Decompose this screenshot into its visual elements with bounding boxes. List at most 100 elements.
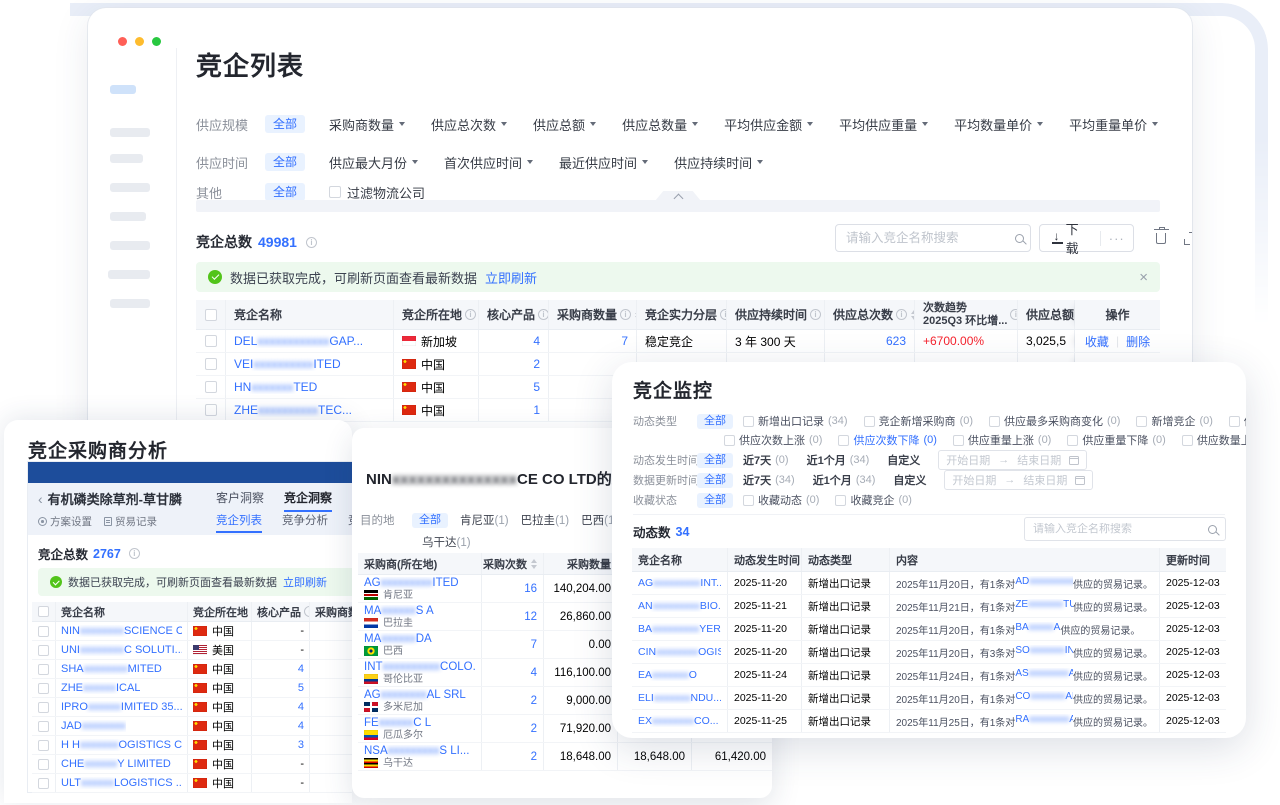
filter-dropdown[interactable]: 供应总额 [533, 115, 596, 134]
monitor-filter-option[interactable]: 供应次数上涨(0) [724, 432, 822, 448]
company-name[interactable]: EXxxxxxxxxCO... [638, 715, 719, 727]
subtab-竞企列表[interactable]: 竞企列表 [216, 512, 262, 533]
core-product-count[interactable]: 5 [298, 682, 304, 694]
trash-icon[interactable] [1156, 233, 1166, 244]
filter-all-chip[interactable]: 全部 [697, 493, 733, 508]
filter-dropdown[interactable]: 采购商数量 [329, 115, 405, 134]
action-link[interactable]: 收藏 [1085, 333, 1109, 350]
purchase-times[interactable]: 2 [531, 695, 537, 707]
core-product-count[interactable]: 2 [533, 357, 540, 371]
content-company-name[interactable]: SOxxxxxxxINC [1015, 645, 1073, 660]
date-range-input[interactable]: 开始日期→结束日期 [938, 450, 1087, 470]
company-name[interactable]: IPROxxxxxxIMITED 35... [61, 701, 182, 713]
table-row[interactable]: SHAxxxxxxxxMITED中国4 [32, 660, 352, 679]
sidebar-item[interactable] [110, 154, 143, 163]
checkbox[interactable] [1067, 435, 1078, 446]
content-company-name[interactable]: ASxxxxxxxxATION [1015, 668, 1073, 683]
row-checkbox[interactable] [38, 702, 49, 713]
purchaser-name[interactable]: MAxxxxxx S A [364, 605, 434, 618]
purchaser-name[interactable]: AGxxxxxxxxxITED [364, 577, 459, 590]
checkbox[interactable] [1136, 416, 1147, 427]
content-company-name[interactable]: ZExxxxxxxTURE COR [1015, 599, 1073, 614]
select-all-checkbox[interactable] [205, 309, 217, 321]
purchaser-name[interactable]: FExxxxxx C L [364, 717, 431, 730]
row-checkbox[interactable] [38, 778, 49, 789]
core-product-count[interactable]: 1 [533, 403, 540, 417]
table-row[interactable]: IPROxxxxxxIMITED 35...中国4 [32, 698, 352, 717]
monitor-filter-option[interactable]: 供应次数下降(0) [838, 432, 936, 448]
search-input[interactable] [1033, 523, 1202, 535]
checkbox[interactable] [1182, 435, 1193, 446]
company-name[interactable]: NINxxxxxxxxSCIENCE C... [61, 625, 182, 637]
company-name[interactable]: ELIxxxxxxxNDU... [638, 692, 721, 704]
filter-all-chip[interactable]: 全部 [265, 115, 305, 133]
row-checkbox[interactable] [38, 721, 49, 732]
company-name[interactable]: BAxxxxxxxxxYER ... [638, 623, 721, 635]
time-quick-option[interactable]: 近7天(0) [743, 452, 789, 468]
filter-dropdown[interactable]: 供应最大月份 [329, 153, 418, 172]
sidebar-item[interactable] [110, 183, 150, 192]
filter-dropdown[interactable]: 平均供应金额 [724, 115, 813, 134]
purchase-times[interactable]: 12 [524, 611, 537, 623]
table-row[interactable]: AGxxxxxxxxx INT...2025-11-20新增出口记录2025年1… [632, 572, 1226, 595]
company-name[interactable]: UNIxxxxxxxxC SOLUTI... [61, 644, 182, 656]
action-link[interactable]: 删除 [1126, 333, 1150, 350]
close-icon[interactable]: × [1139, 270, 1148, 285]
monitor-filter-option[interactable]: 新增竞企(0) [1136, 413, 1212, 429]
sidebar-item[interactable] [108, 270, 150, 279]
checkbox[interactable] [1229, 416, 1240, 427]
table-row[interactable]: EAxxxxxxxO2025-11-24新增出口记录2025年11月24日，有1… [632, 664, 1226, 687]
app-action-records[interactable]: 贸易记录 [104, 514, 157, 529]
row-checkbox[interactable] [205, 358, 217, 370]
table-row[interactable]: BAxxxxxxxxxYER ...2025-11-20新增出口记录2025年1… [632, 618, 1226, 641]
monitor-filter-option[interactable]: 供应数量上涨(0) [1182, 432, 1246, 448]
checkbox[interactable] [835, 495, 846, 506]
purchase-times[interactable]: 16 [524, 583, 537, 595]
close-window-button[interactable] [118, 37, 127, 46]
filter-all-chip[interactable]: 全部 [697, 414, 733, 429]
company-name[interactable]: JADxxxxxxxx [61, 720, 126, 732]
content-company-name[interactable]: ADxxxxxxxxxxINES [1015, 576, 1073, 591]
company-name[interactable]: EAxxxxxxxO [638, 669, 697, 681]
filter-all-chip[interactable]: 全部 [697, 473, 733, 488]
download-more-button[interactable]: ··· [1100, 231, 1133, 246]
minimize-window-button[interactable] [135, 37, 144, 46]
monitor-filter-option[interactable]: 收藏动态(0) [743, 492, 819, 508]
select-all-checkbox[interactable] [38, 606, 49, 617]
buyer-count[interactable]: 7 [621, 334, 628, 348]
row-checkbox[interactable] [38, 645, 49, 656]
row-checkbox[interactable] [205, 404, 217, 416]
core-product-count[interactable]: 4 [298, 720, 304, 732]
breadcrumb[interactable]: ‹有机磷类除草剂-草甘膦 [38, 489, 182, 508]
sidebar-item[interactable] [110, 241, 150, 250]
row-checkbox[interactable] [38, 759, 49, 770]
time-quick-option[interactable]: 近1个月(34) [807, 452, 870, 468]
date-range-input[interactable]: 开始日期→结束日期 [944, 470, 1093, 490]
company-name[interactable]: AGxxxxxxxxx INT... [638, 577, 721, 589]
checkbox[interactable] [724, 435, 735, 446]
search-icon[interactable] [1208, 525, 1217, 534]
filter-dropdown[interactable]: 供应总次数 [431, 115, 507, 134]
company-name[interactable]: ANxxxxxxxxx BIO... [638, 600, 721, 612]
search-icon[interactable] [1015, 234, 1024, 243]
back-chevron-icon[interactable]: ‹ [38, 491, 43, 507]
table-row[interactable]: CINxxxxxxxxOGIS...2025-11-20新增出口记录2025年1… [632, 641, 1226, 664]
filter-checkbox-item[interactable]: 过滤物流公司 [329, 183, 425, 202]
company-name[interactable]: SHAxxxxxxxxMITED [61, 663, 162, 675]
monitor-filter-option[interactable]: 供应重量上涨(0) [953, 432, 1051, 448]
monitor-filter-option[interactable]: 竞企新增采购商(0) [864, 413, 973, 429]
sidebar-item[interactable] [110, 128, 150, 137]
table-row[interactable]: EXxxxxxxxxCO...2025-11-25新增出口记录2025年11月2… [632, 710, 1226, 733]
checkbox[interactable] [838, 435, 849, 446]
monitor-filter-option[interactable]: 收藏竞企(0) [835, 492, 911, 508]
fullscreen-icon[interactable] [1184, 232, 1192, 245]
checkbox[interactable] [864, 416, 875, 427]
maximize-window-button[interactable] [152, 37, 161, 46]
company-name[interactable]: ZHExxxxxxICAL [61, 682, 140, 694]
checkbox[interactable] [329, 186, 341, 198]
tab-客户洞察[interactable]: 客户洞察 [216, 486, 264, 512]
filter-all-chip[interactable]: 全部 [697, 453, 733, 468]
table-row[interactable]: ZHExxxxxxICAL中国5 [32, 679, 352, 698]
download-button[interactable]: 下载 [1040, 219, 1100, 257]
purchaser-name[interactable]: NSAxxxxxxxxx S LI... [364, 745, 469, 758]
